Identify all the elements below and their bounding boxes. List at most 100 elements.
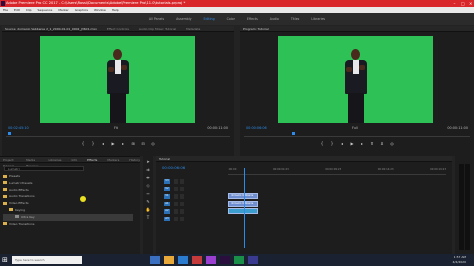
extract-icon[interactable]: ⊻ [380, 141, 384, 146]
source-timecode[interactable]: 00:02:45:10 [8, 125, 29, 132]
tab-effect-controls[interactable]: Effect Controls [107, 26, 129, 31]
tree-item-audio-transitions[interactable]: Audio Transitions [3, 193, 133, 200]
workspace-tab-titles[interactable]: Titles [291, 17, 300, 21]
system-clock[interactable]: 1:57 AM 4/4/2020 [453, 255, 466, 265]
eye-icon[interactable] [180, 186, 184, 191]
export-frame-icon[interactable]: ◎ [151, 141, 155, 146]
mark-out-icon[interactable]: } [330, 141, 334, 146]
program-scrubber[interactable] [244, 132, 470, 137]
workspace-tab-effects[interactable]: Effects [247, 17, 258, 21]
ripple-edit-tool-icon[interactable]: ⇹ [146, 175, 151, 180]
app-icon[interactable] [206, 256, 216, 264]
audio-clip-a1[interactable] [228, 208, 258, 214]
mark-in-icon[interactable]: { [81, 141, 85, 146]
workspace-tab-all-panels[interactable]: All Panels [149, 17, 164, 21]
app-icon[interactable] [234, 256, 244, 264]
step-back-icon[interactable]: ◂ [340, 141, 344, 146]
tree-item-ultra-key[interactable]: Ultra Key [3, 213, 133, 221]
tree-item-keying[interactable]: Keying [3, 207, 133, 214]
mute-icon[interactable] [174, 201, 178, 206]
tab-media-browser[interactable]: Media Browser [26, 157, 38, 168]
lock-icon[interactable] [174, 179, 178, 184]
program-video-frame[interactable] [278, 36, 433, 123]
source-video-frame[interactable] [40, 36, 195, 123]
tab-audio-clip-mixer[interactable]: Audio Clip Mixer: Tutorial [139, 26, 176, 31]
tab-history[interactable]: History [129, 157, 140, 162]
step-forward-icon[interactable]: ▸ [121, 141, 125, 146]
timeline-playhead[interactable] [244, 168, 245, 248]
tree-item-presets[interactable]: Presets [3, 173, 133, 180]
timeline-ruler[interactable]: :00:00 00:00:04:23 00:00:09:23 00:00:14:… [228, 168, 446, 175]
play-icon[interactable]: ▶ [350, 141, 354, 146]
selection-tool-icon[interactable]: ➤ [146, 159, 151, 164]
source-playhead[interactable] [8, 132, 11, 135]
workspace-tab-color[interactable]: Color [227, 17, 235, 21]
mute-icon[interactable] [174, 216, 178, 221]
lift-icon[interactable]: ⊼ [370, 141, 374, 146]
program-timecode[interactable]: 00:00:06:06 [246, 125, 267, 132]
mark-out-icon[interactable]: } [91, 141, 95, 146]
tree-item-video-transitions[interactable]: Video Transitions [3, 221, 133, 228]
track-header-a1[interactable]: A1 [160, 201, 222, 208]
solo-icon[interactable] [180, 201, 184, 206]
minimize-button[interactable]: – [453, 0, 456, 7]
program-fit-select[interactable]: Full [352, 125, 358, 132]
tab-info[interactable]: Info [71, 157, 77, 162]
video-clip-v1[interactable]: domaolo Vebbenie [228, 200, 258, 207]
workspace-tab-editing[interactable]: Editing [203, 17, 214, 21]
tree-item-audio-effects[interactable]: Audio Effects [3, 187, 133, 194]
effects-search-input[interactable]: Lumetri [4, 166, 84, 171]
workspace-tab-libraries[interactable]: Libraries [311, 17, 325, 21]
app-icon[interactable] [248, 256, 258, 264]
timeline-timecode[interactable]: 00:00:06:06 [162, 165, 185, 170]
tab-program[interactable]: Program: Tutorial [243, 26, 269, 31]
step-back-icon[interactable]: ◂ [101, 141, 105, 146]
file-explorer-icon[interactable] [164, 256, 174, 264]
mute-icon[interactable] [174, 209, 178, 214]
edge-icon[interactable] [178, 256, 188, 264]
pen-tool-icon[interactable]: ✎ [146, 199, 151, 204]
tree-item-video-effects[interactable]: Video Effects [3, 200, 133, 207]
play-icon[interactable]: ▶ [111, 141, 115, 146]
taskbar-search-input[interactable]: Type here to search [12, 256, 82, 264]
solo-icon[interactable] [180, 209, 184, 214]
tree-item-lumetri-presets[interactable]: Lumetri Presets [3, 180, 133, 187]
track-header-v1[interactable]: V1 [160, 193, 222, 200]
lock-icon[interactable] [174, 194, 178, 199]
type-tool-icon[interactable]: T [146, 215, 151, 220]
lock-icon[interactable] [174, 186, 178, 191]
tab-effects[interactable]: Effects [87, 157, 97, 162]
insert-icon[interactable]: ⊞ [131, 141, 135, 146]
step-forward-icon[interactable]: ▸ [360, 141, 364, 146]
workspace-tab-audio[interactable]: Audio [270, 17, 279, 21]
program-playhead[interactable] [292, 132, 295, 135]
windows-start-icon[interactable]: ⊞ [2, 256, 10, 264]
hand-tool-icon[interactable]: ✋ [146, 207, 151, 212]
track-header-a2[interactable]: A2 [160, 208, 222, 215]
mark-in-icon[interactable]: { [320, 141, 324, 146]
export-frame-icon[interactable]: ◎ [390, 141, 394, 146]
tab-markers[interactable]: Markers [107, 157, 119, 162]
eye-icon[interactable] [180, 179, 184, 184]
eye-icon[interactable] [180, 194, 184, 199]
track-header-v2[interactable]: V2 [160, 186, 222, 193]
close-button[interactable]: ✕ [469, 0, 472, 7]
tab-metadata[interactable]: Metadata [186, 26, 200, 31]
tab-timeline-sequence[interactable]: Tutorial [159, 156, 170, 161]
track-header-a3[interactable]: A3 [160, 216, 222, 223]
source-scrubber[interactable] [6, 132, 230, 137]
maximize-button[interactable]: □ [461, 0, 465, 7]
source-fit-select[interactable]: Fit [114, 125, 118, 132]
tab-project[interactable]: Project: Tutorial [3, 157, 16, 168]
workspace-tab-assembly[interactable]: Assembly [176, 17, 191, 21]
slip-tool-icon[interactable]: ⇿ [146, 191, 151, 196]
track-select-tool-icon[interactable]: ⇉ [146, 167, 151, 172]
tab-source[interactable]: Source: domaolo Vebbenie 2_1_2000-01-01_… [5, 26, 97, 31]
app-icon[interactable] [192, 256, 202, 264]
tab-libraries[interactable]: Libraries [49, 157, 62, 162]
video-clip-v2[interactable]: domaolo Vebbenie [228, 193, 258, 199]
overwrite-icon[interactable]: ⊟ [141, 141, 145, 146]
premiere-taskbar-icon[interactable] [220, 256, 230, 264]
task-view-icon[interactable] [150, 256, 160, 264]
razor-tool-icon[interactable]: ◇ [146, 183, 151, 188]
